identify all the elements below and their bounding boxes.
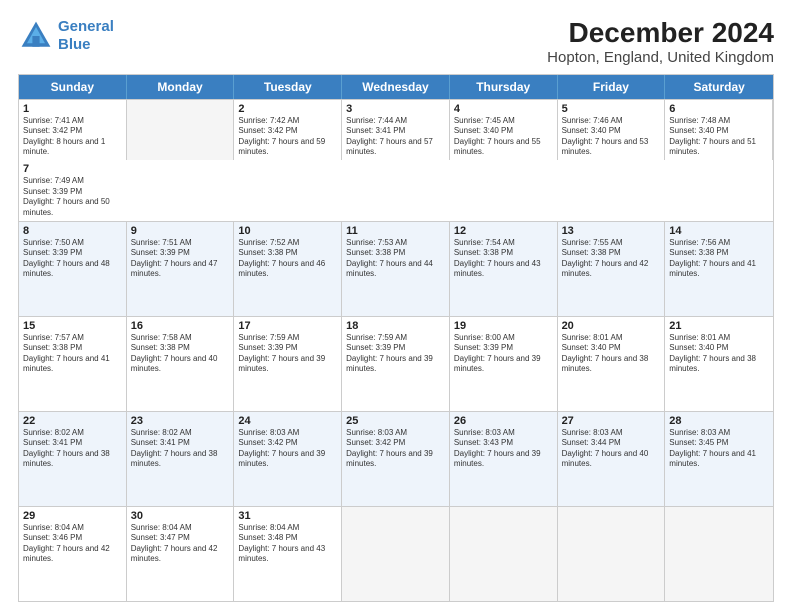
title-block: December 2024 Hopton, England, United Ki… [547, 18, 774, 66]
calendar-body: 1Sunrise: 7:41 AMSunset: 3:42 PMDaylight… [19, 99, 773, 601]
page: General Blue December 2024 Hopton, Engla… [0, 0, 792, 612]
cal-cell-25: 25Sunrise: 8:03 AMSunset: 3:42 PMDayligh… [342, 412, 450, 506]
week-row-3: 15Sunrise: 7:57 AMSunset: 3:38 PMDayligh… [19, 316, 773, 411]
cal-cell-27: 27Sunrise: 8:03 AMSunset: 3:44 PMDayligh… [558, 412, 666, 506]
week-row-1: 1Sunrise: 7:41 AMSunset: 3:42 PMDaylight… [19, 99, 773, 221]
header-monday: Monday [127, 75, 235, 99]
cal-cell-empty-0 [127, 100, 235, 161]
cal-cell-empty-4-3 [342, 507, 450, 601]
cal-cell-1: 1Sunrise: 7:41 AMSunset: 3:42 PMDaylight… [19, 100, 127, 161]
header: General Blue December 2024 Hopton, Engla… [18, 18, 774, 66]
cal-cell-4: 4Sunrise: 7:45 AMSunset: 3:40 PMDaylight… [450, 100, 558, 161]
cal-cell-13: 13Sunrise: 7:55 AMSunset: 3:38 PMDayligh… [558, 222, 666, 316]
logo-text: General Blue [58, 18, 114, 54]
cal-cell-empty-4-6 [665, 507, 773, 601]
header-tuesday: Tuesday [234, 75, 342, 99]
header-wednesday: Wednesday [342, 75, 450, 99]
cal-cell-30: 30Sunrise: 8:04 AMSunset: 3:47 PMDayligh… [127, 507, 235, 601]
cal-cell-24: 24Sunrise: 8:03 AMSunset: 3:42 PMDayligh… [234, 412, 342, 506]
logo: General Blue [18, 18, 114, 54]
logo-line2: Blue [58, 36, 91, 53]
cal-cell-11: 11Sunrise: 7:53 AMSunset: 3:38 PMDayligh… [342, 222, 450, 316]
cal-cell-20: 20Sunrise: 8:01 AMSunset: 3:40 PMDayligh… [558, 317, 666, 411]
main-title: December 2024 [547, 18, 774, 49]
cal-cell-17: 17Sunrise: 7:59 AMSunset: 3:39 PMDayligh… [234, 317, 342, 411]
week-row-2: 8Sunrise: 7:50 AMSunset: 3:39 PMDaylight… [19, 221, 773, 316]
cal-cell-14: 14Sunrise: 7:56 AMSunset: 3:38 PMDayligh… [665, 222, 773, 316]
logo-line1: General [58, 18, 114, 35]
cal-cell-28: 28Sunrise: 8:03 AMSunset: 3:45 PMDayligh… [665, 412, 773, 506]
subtitle: Hopton, England, United Kingdom [547, 49, 774, 66]
cal-cell-10: 10Sunrise: 7:52 AMSunset: 3:38 PMDayligh… [234, 222, 342, 316]
cal-cell-empty-4-4 [450, 507, 558, 601]
cal-cell-9: 9Sunrise: 7:51 AMSunset: 3:39 PMDaylight… [127, 222, 235, 316]
cal-cell-19: 19Sunrise: 8:00 AMSunset: 3:39 PMDayligh… [450, 317, 558, 411]
week-row-4: 22Sunrise: 8:02 AMSunset: 3:41 PMDayligh… [19, 411, 773, 506]
header-saturday: Saturday [665, 75, 773, 99]
logo-icon [18, 18, 54, 54]
cal-cell-empty-4-5 [558, 507, 666, 601]
cal-cell-16: 16Sunrise: 7:58 AMSunset: 3:38 PMDayligh… [127, 317, 235, 411]
header-sunday: Sunday [19, 75, 127, 99]
cal-cell-3: 3Sunrise: 7:44 AMSunset: 3:41 PMDaylight… [342, 100, 450, 161]
cal-cell-7: 7Sunrise: 7:49 AMSunset: 3:39 PMDaylight… [19, 160, 127, 221]
cal-cell-26: 26Sunrise: 8:03 AMSunset: 3:43 PMDayligh… [450, 412, 558, 506]
cal-cell-23: 23Sunrise: 8:02 AMSunset: 3:41 PMDayligh… [127, 412, 235, 506]
cal-cell-6: 6Sunrise: 7:48 AMSunset: 3:40 PMDaylight… [665, 100, 773, 161]
cal-cell-12: 12Sunrise: 7:54 AMSunset: 3:38 PMDayligh… [450, 222, 558, 316]
cal-cell-31: 31Sunrise: 8:04 AMSunset: 3:48 PMDayligh… [234, 507, 342, 601]
week-row-5: 29Sunrise: 8:04 AMSunset: 3:46 PMDayligh… [19, 506, 773, 601]
cal-cell-22: 22Sunrise: 8:02 AMSunset: 3:41 PMDayligh… [19, 412, 127, 506]
cal-cell-29: 29Sunrise: 8:04 AMSunset: 3:46 PMDayligh… [19, 507, 127, 601]
calendar: Sunday Monday Tuesday Wednesday Thursday… [18, 74, 774, 602]
header-friday: Friday [558, 75, 666, 99]
cal-cell-18: 18Sunrise: 7:59 AMSunset: 3:39 PMDayligh… [342, 317, 450, 411]
cal-cell-21: 21Sunrise: 8:01 AMSunset: 3:40 PMDayligh… [665, 317, 773, 411]
cal-cell-15: 15Sunrise: 7:57 AMSunset: 3:38 PMDayligh… [19, 317, 127, 411]
calendar-header: Sunday Monday Tuesday Wednesday Thursday… [19, 75, 773, 99]
cal-cell-2: 2Sunrise: 7:42 AMSunset: 3:42 PMDaylight… [234, 100, 342, 161]
cal-cell-8: 8Sunrise: 7:50 AMSunset: 3:39 PMDaylight… [19, 222, 127, 316]
cal-cell-5: 5Sunrise: 7:46 AMSunset: 3:40 PMDaylight… [558, 100, 666, 161]
header-thursday: Thursday [450, 75, 558, 99]
